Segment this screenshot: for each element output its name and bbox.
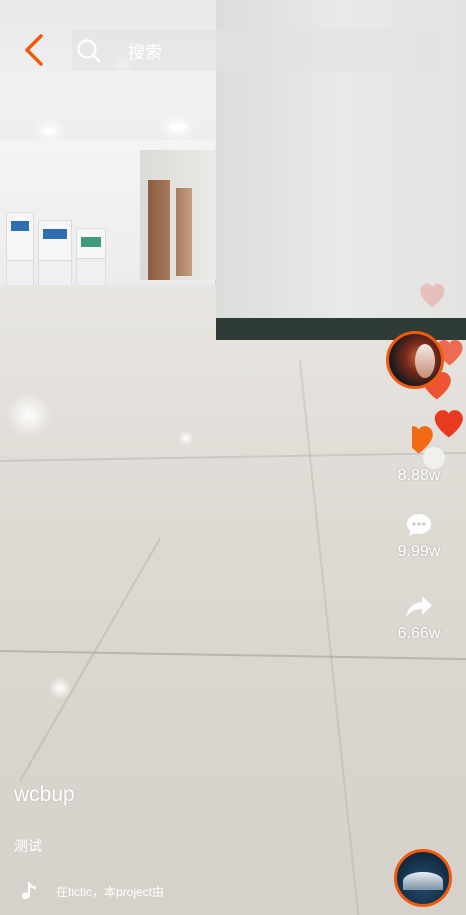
comment-count: 9.99w [397,543,441,560]
avatar-face [415,344,435,378]
ceiling-light [44,128,56,134]
scene-door [148,180,170,280]
search-icon [77,38,101,62]
search-placeholder[interactable]: 搜索 [128,38,162,63]
music-marquee: 在tictic，本project由 [56,884,165,899]
disc-artwork [403,872,443,890]
share-count: 6.66w [397,625,441,642]
search-bar[interactable]: 搜索 [72,30,434,71]
video-background[interactable] [0,0,466,915]
like-count: 8.88w [397,467,441,484]
back-button[interactable] [14,30,54,70]
video-feed-screen[interactable]: 搜索 8.88w 9.99w 6.66w wcbup 测试 在tictic，本p… [0,0,466,915]
scene-kiosk [6,212,34,288]
scene-kiosk [38,220,72,288]
music-info[interactable]: 在tictic，本project由 [20,880,190,902]
ceiling-light [170,124,186,130]
floor-reflection [178,430,194,446]
share-arrow-icon [406,596,432,617]
video-description: 测试 [14,838,42,854]
music-disc[interactable] [394,849,452,907]
chevron-left-icon [25,34,43,66]
author-name[interactable]: wcbup [14,783,75,807]
author-avatar[interactable] [386,331,444,389]
comment-bubble-icon [407,514,431,536]
floor-reflection [48,676,72,700]
like-count-item[interactable]: 8.88w [392,467,446,485]
music-note-icon [22,882,36,899]
share-button[interactable]: 6.66w [392,594,446,643]
scene-kiosk [76,228,106,286]
comment-button[interactable]: 9.99w [392,512,446,561]
like-button[interactable] [423,447,445,469]
floor-reflection [6,392,52,438]
scene-door [176,188,192,276]
